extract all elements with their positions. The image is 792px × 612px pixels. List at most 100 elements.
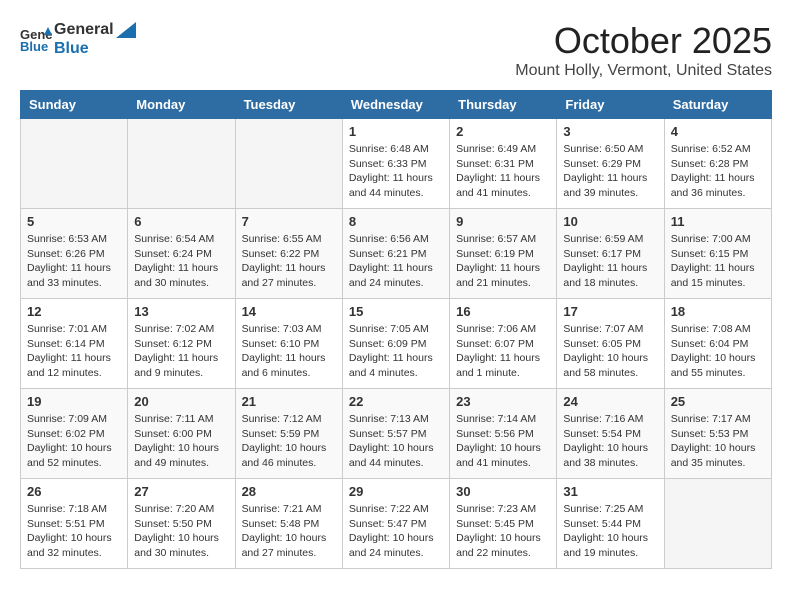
day-number: 10: [563, 214, 657, 229]
day-number: 5: [27, 214, 121, 229]
day-number: 12: [27, 304, 121, 319]
day-detail: Sunrise: 7:00 AMSunset: 6:15 PMDaylight:…: [671, 232, 765, 291]
day-detail: Sunrise: 7:08 AMSunset: 6:04 PMDaylight:…: [671, 322, 765, 381]
day-number: 17: [563, 304, 657, 319]
calendar-cell: 25Sunrise: 7:17 AMSunset: 5:53 PMDayligh…: [664, 389, 771, 479]
weekday-header-thursday: Thursday: [450, 91, 557, 119]
day-detail: Sunrise: 7:16 AMSunset: 5:54 PMDaylight:…: [563, 412, 657, 471]
calendar-cell: [664, 479, 771, 569]
calendar-cell: [235, 119, 342, 209]
month-title: October 2025: [515, 20, 772, 62]
day-detail: Sunrise: 7:12 AMSunset: 5:59 PMDaylight:…: [242, 412, 336, 471]
day-number: 22: [349, 394, 443, 409]
calendar-cell: 7Sunrise: 6:55 AMSunset: 6:22 PMDaylight…: [235, 209, 342, 299]
day-number: 31: [563, 484, 657, 499]
day-number: 19: [27, 394, 121, 409]
day-detail: Sunrise: 6:49 AMSunset: 6:31 PMDaylight:…: [456, 142, 550, 201]
calendar-cell: [21, 119, 128, 209]
calendar-cell: 30Sunrise: 7:23 AMSunset: 5:45 PMDayligh…: [450, 479, 557, 569]
calendar-cell: 20 Sunrise: 7:11 AMSunset: 6:00 PMDayligh…: [128, 389, 235, 479]
day-number: 23: [456, 394, 550, 409]
calendar-cell: 9 Sunrise: 6:57 AMSunset: 6:19 PMDaylight…: [450, 209, 557, 299]
calendar-cell: 31Sunrise: 7:25 AMSunset: 5:44 PMDayligh…: [557, 479, 664, 569]
logo-triangle-icon: [116, 22, 136, 38]
day-detail: Sunrise: 7:13 AMSunset: 5:57 PMDaylight:…: [349, 412, 443, 471]
day-detail: Sunrise: 6:54 AMSunset: 6:24 PMDaylight:…: [134, 232, 228, 291]
day-detail: Sunrise: 6:53 AMSunset: 6:26 PMDaylight:…: [27, 232, 121, 291]
calendar-cell: 8 Sunrise: 6:56 AMSunset: 6:21 PMDaylight…: [342, 209, 449, 299]
day-detail: Sunrise: 6:57 AMSunset: 6:19 PMDaylight:…: [456, 232, 550, 291]
calendar-cell: 3 Sunrise: 6:50 AMSunset: 6:29 PMDaylight…: [557, 119, 664, 209]
day-detail: Sunrise: 7:11 AMSunset: 6:00 PMDaylight:…: [134, 412, 228, 471]
day-number: 3: [563, 124, 657, 139]
week-row-4: 19 Sunrise: 7:09 AMSunset: 6:02 PMDayligh…: [21, 389, 772, 479]
calendar-table: SundayMondayTuesdayWednesdayThursdayFrid…: [20, 90, 772, 569]
calendar-cell: 29 Sunrise: 7:22 AMSunset: 5:47 PMDayligh…: [342, 479, 449, 569]
day-number: 9: [456, 214, 550, 229]
logo-blue-text: Blue: [54, 39, 136, 58]
title-block: October 2025 Mount Holly, Vermont, Unite…: [515, 20, 772, 80]
logo: General Blue General Blue: [20, 20, 136, 58]
svg-text:Blue: Blue: [20, 39, 48, 53]
day-number: 20: [134, 394, 228, 409]
logo-general-text: General: [54, 20, 114, 39]
day-detail: Sunrise: 7:21 AMSunset: 5:48 PMDaylight:…: [242, 502, 336, 561]
calendar-cell: 28 Sunrise: 7:21 AMSunset: 5:48 PMDayligh…: [235, 479, 342, 569]
day-number: 27: [134, 484, 228, 499]
day-detail: Sunrise: 6:48 AMSunset: 6:33 PMDaylight:…: [349, 142, 443, 201]
day-number: 26: [27, 484, 121, 499]
calendar-cell: 6 Sunrise: 6:54 AMSunset: 6:24 PMDaylight…: [128, 209, 235, 299]
day-detail: Sunrise: 6:56 AMSunset: 6:21 PMDaylight:…: [349, 232, 443, 291]
calendar-cell: 18 Sunrise: 7:08 AMSunset: 6:04 PMDayligh…: [664, 299, 771, 389]
day-number: 13: [134, 304, 228, 319]
weekday-header-row: SundayMondayTuesdayWednesdayThursdayFrid…: [21, 91, 772, 119]
weekday-header-sunday: Sunday: [21, 91, 128, 119]
weekday-header-monday: Monday: [128, 91, 235, 119]
day-detail: Sunrise: 7:18 AMSunset: 5:51 PMDaylight:…: [27, 502, 121, 561]
calendar-cell: 14Sunrise: 7:03 AMSunset: 6:10 PMDayligh…: [235, 299, 342, 389]
day-number: 18: [671, 304, 765, 319]
day-detail: Sunrise: 7:09 AMSunset: 6:02 PMDaylight:…: [27, 412, 121, 471]
page-header: General Blue General Blue October 2025 M…: [20, 20, 772, 80]
day-number: 4: [671, 124, 765, 139]
calendar-cell: 17 Sunrise: 7:07 AMSunset: 6:05 PMDayligh…: [557, 299, 664, 389]
day-number: 29: [349, 484, 443, 499]
location-title: Mount Holly, Vermont, United States: [515, 62, 772, 80]
day-detail: Sunrise: 6:50 AMSunset: 6:29 PMDaylight:…: [563, 142, 657, 201]
logo-icon: General Blue: [20, 25, 52, 53]
week-row-5: 26 Sunrise: 7:18 AMSunset: 5:51 PMDayligh…: [21, 479, 772, 569]
calendar-cell: 4 Sunrise: 6:52 AMSunset: 6:28 PMDaylight…: [664, 119, 771, 209]
calendar-cell: 21 Sunrise: 7:12 AMSunset: 5:59 PMDayligh…: [235, 389, 342, 479]
week-row-3: 12Sunrise: 7:01 AMSunset: 6:14 PMDayligh…: [21, 299, 772, 389]
week-row-1: 1 Sunrise: 6:48 AMSunset: 6:33 PMDaylight…: [21, 119, 772, 209]
day-number: 28: [242, 484, 336, 499]
day-number: 15: [349, 304, 443, 319]
calendar-cell: 11Sunrise: 7:00 AMSunset: 6:15 PMDayligh…: [664, 209, 771, 299]
calendar-cell: [128, 119, 235, 209]
calendar-cell: 2Sunrise: 6:49 AMSunset: 6:31 PMDaylight…: [450, 119, 557, 209]
day-detail: Sunrise: 7:17 AMSunset: 5:53 PMDaylight:…: [671, 412, 765, 471]
calendar-cell: 5 Sunrise: 6:53 AMSunset: 6:26 PMDaylight…: [21, 209, 128, 299]
calendar-cell: 22 Sunrise: 7:13 AMSunset: 5:57 PMDayligh…: [342, 389, 449, 479]
day-detail: Sunrise: 6:52 AMSunset: 6:28 PMDaylight:…: [671, 142, 765, 201]
day-detail: Sunrise: 7:14 AMSunset: 5:56 PMDaylight:…: [456, 412, 550, 471]
calendar-cell: 1 Sunrise: 6:48 AMSunset: 6:33 PMDaylight…: [342, 119, 449, 209]
day-detail: Sunrise: 7:20 AMSunset: 5:50 PMDaylight:…: [134, 502, 228, 561]
calendar-cell: 27 Sunrise: 7:20 AMSunset: 5:50 PMDayligh…: [128, 479, 235, 569]
day-number: 6: [134, 214, 228, 229]
day-detail: Sunrise: 7:22 AMSunset: 5:47 PMDaylight:…: [349, 502, 443, 561]
day-number: 21: [242, 394, 336, 409]
weekday-header-wednesday: Wednesday: [342, 91, 449, 119]
calendar-cell: 19 Sunrise: 7:09 AMSunset: 6:02 PMDayligh…: [21, 389, 128, 479]
day-number: 8: [349, 214, 443, 229]
calendar-cell: 16 Sunrise: 7:06 AMSunset: 6:07 PMDayligh…: [450, 299, 557, 389]
day-detail: Sunrise: 7:07 AMSunset: 6:05 PMDaylight:…: [563, 322, 657, 381]
day-detail: Sunrise: 7:03 AMSunset: 6:10 PMDaylight:…: [242, 322, 336, 381]
calendar-cell: 15Sunrise: 7:05 AMSunset: 6:09 PMDayligh…: [342, 299, 449, 389]
day-number: 30: [456, 484, 550, 499]
day-detail: Sunrise: 7:06 AMSunset: 6:07 PMDaylight:…: [456, 322, 550, 381]
calendar-cell: 10Sunrise: 6:59 AMSunset: 6:17 PMDayligh…: [557, 209, 664, 299]
day-number: 1: [349, 124, 443, 139]
weekday-header-saturday: Saturday: [664, 91, 771, 119]
day-number: 16: [456, 304, 550, 319]
